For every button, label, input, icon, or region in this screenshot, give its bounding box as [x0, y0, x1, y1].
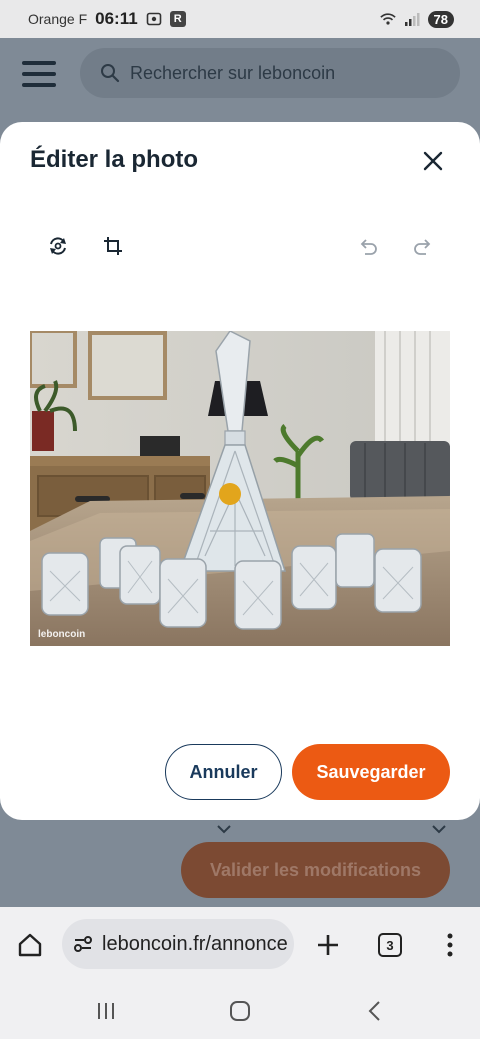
search-placeholder: Rechercher sur leboncoin	[130, 62, 336, 83]
wifi-icon	[379, 11, 396, 27]
home-icon[interactable]	[16, 931, 44, 959]
new-tab-icon[interactable]	[314, 931, 342, 959]
undo-icon[interactable]	[354, 232, 382, 260]
modal-title: Éditer la photo	[30, 146, 198, 173]
edit-photo-modal: Éditer la photo leboncoin Annuler Sauveg…	[0, 122, 480, 820]
photo-preview[interactable]: leboncoin	[30, 331, 450, 646]
app-header: Rechercher sur leboncoin	[0, 38, 480, 110]
search-icon	[101, 64, 120, 83]
battery-icon: 78	[427, 10, 454, 28]
url-bar[interactable]: leboncoin.fr/annonce	[62, 919, 294, 969]
back-icon[interactable]	[360, 997, 390, 1025]
more-icon[interactable]	[438, 931, 462, 959]
signal-icon	[404, 11, 420, 27]
save-button[interactable]: Sauvegarder	[292, 744, 450, 800]
chevron-down-icon	[217, 825, 446, 834]
hamburger-icon[interactable]	[22, 61, 56, 87]
cancel-button[interactable]: Annuler	[165, 744, 282, 800]
rotate-icon[interactable]	[44, 232, 72, 260]
system-nav-bar	[0, 983, 480, 1039]
validate-changes-button: Valider les modifications	[181, 842, 450, 898]
status-bar: Orange F 06:11 R 78	[0, 0, 480, 38]
carrier-name: Orange F	[28, 11, 88, 27]
search-bar[interactable]: Rechercher sur leboncoin	[80, 48, 460, 98]
close-icon[interactable]	[418, 146, 448, 176]
site-settings-icon[interactable]	[72, 933, 94, 955]
decanter-photo	[30, 331, 450, 646]
redo-icon[interactable]	[409, 232, 437, 260]
crop-icon[interactable]	[99, 232, 127, 260]
r-app-icon: R	[169, 11, 186, 27]
photo-watermark: leboncoin	[38, 629, 86, 640]
clock: 06:11	[95, 9, 138, 28]
url-text: leboncoin.fr/annonce	[102, 932, 288, 955]
tabs-icon[interactable]: 3	[378, 933, 402, 957]
screenshot-icon	[146, 11, 162, 27]
recents-icon[interactable]	[91, 997, 121, 1025]
home-nav-icon[interactable]	[225, 997, 255, 1025]
browser-toolbar: leboncoin.fr/annonce 3	[0, 907, 480, 983]
